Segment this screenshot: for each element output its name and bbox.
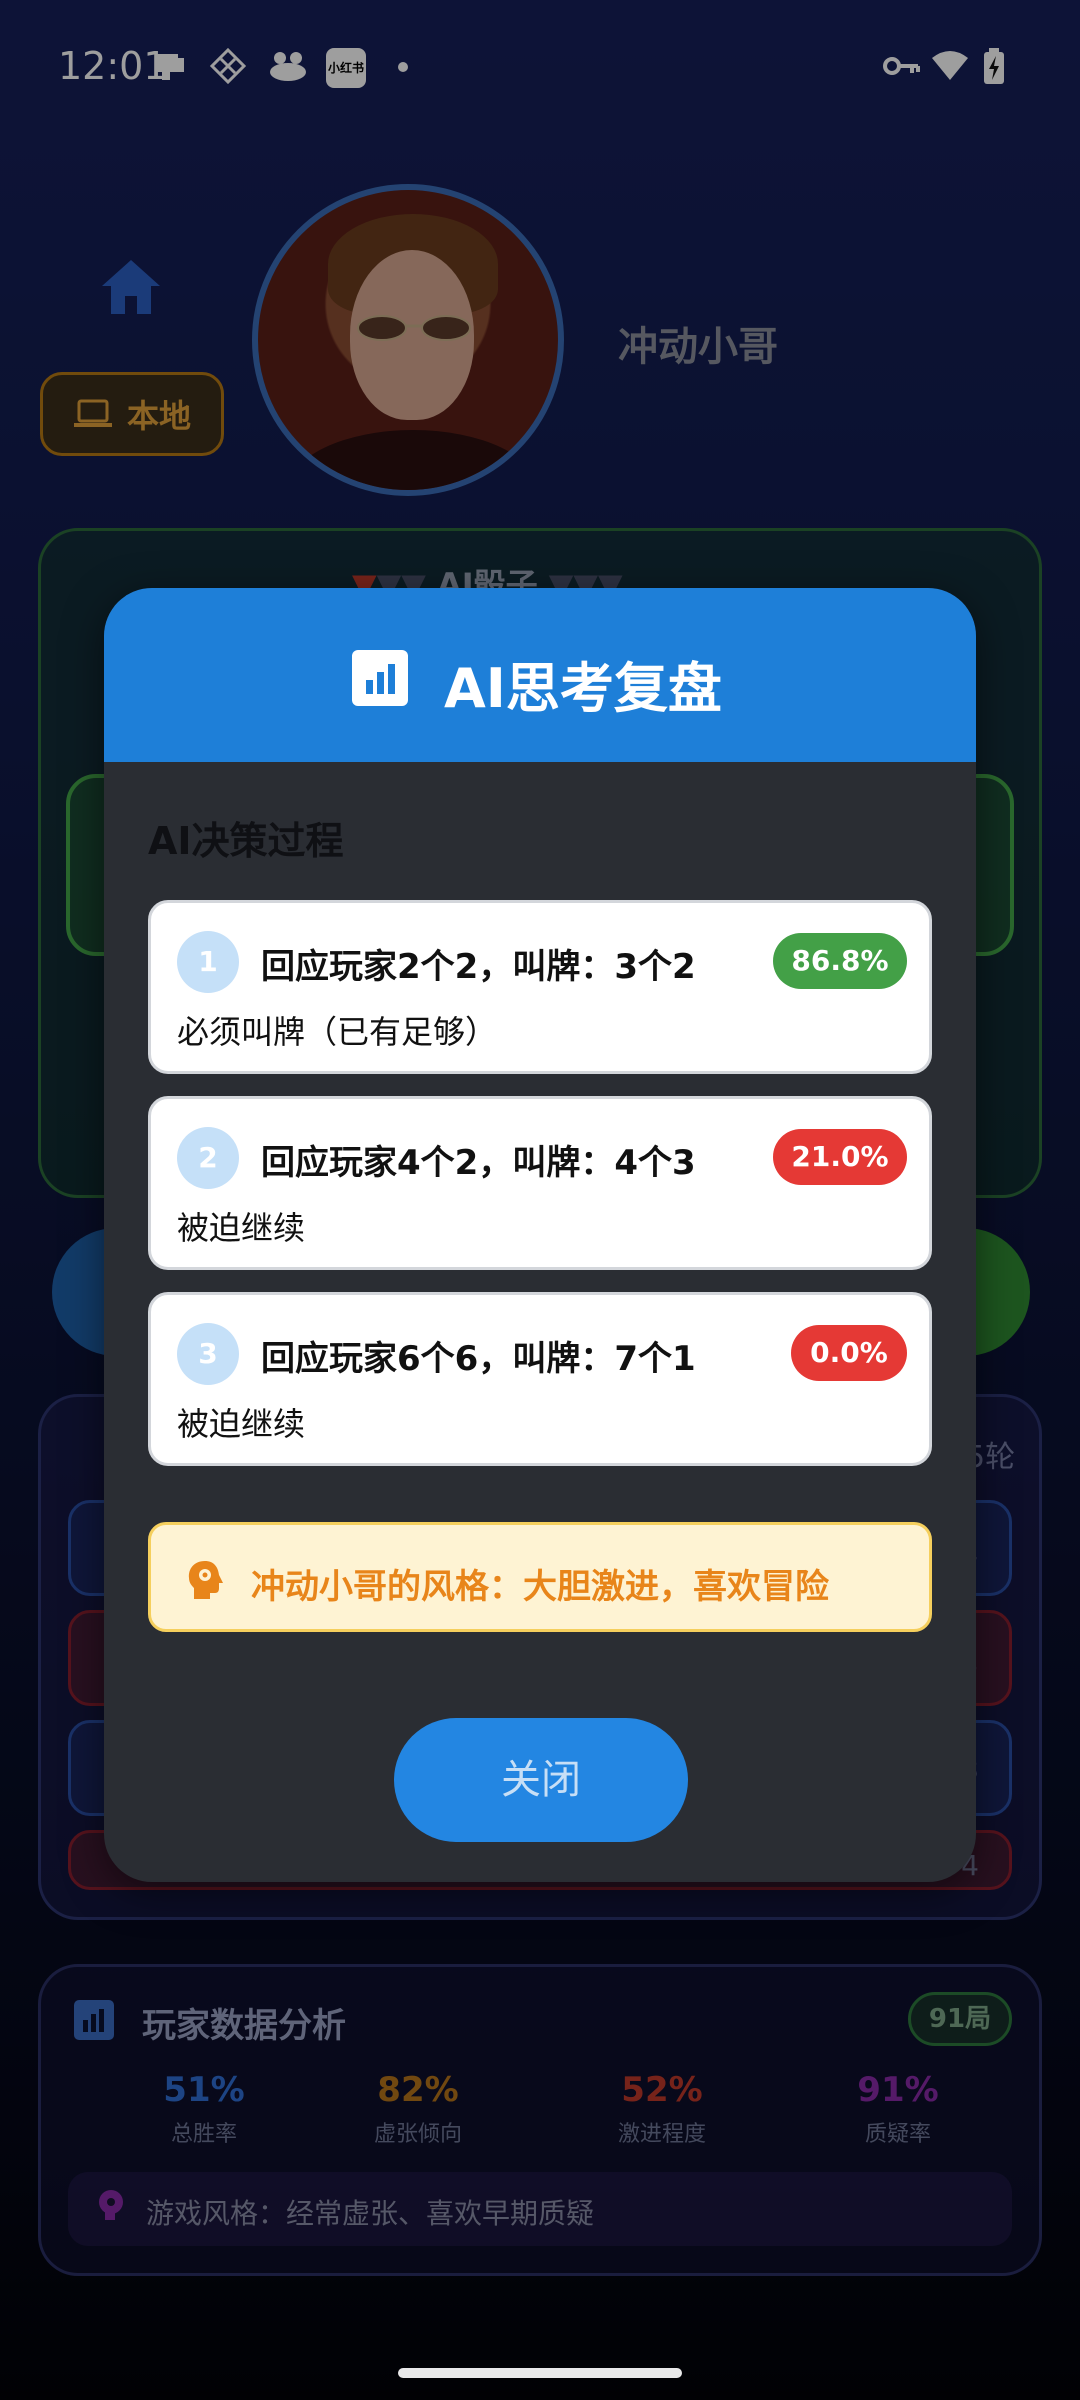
step-number: 1 — [177, 931, 239, 993]
psychology-icon — [188, 1561, 223, 1599]
bar-chart-icon — [352, 650, 408, 706]
section-title: AI决策过程 — [148, 819, 344, 863]
close-button[interactable]: 关闭 — [394, 1718, 688, 1842]
decision-card: 1 回应玩家2个2，叫牌：3个2 必须叫牌（已有足够） 86.8% — [148, 900, 932, 1074]
decision-card: 2 回应玩家4个2，叫牌：4个3 被迫继续 21.0% — [148, 1096, 932, 1270]
decision-main: 回应玩家4个2，叫牌：4个3 — [261, 1143, 696, 1183]
decision-card: 3 回应玩家6个6，叫牌：7个1 被迫继续 0.0% — [148, 1292, 932, 1466]
decision-reason: 必须叫牌（已有足够） — [177, 1013, 498, 1051]
decision-main: 回应玩家2个2，叫牌：3个2 — [261, 947, 696, 987]
decision-reason: 被迫继续 — [177, 1209, 306, 1247]
decision-main: 回应玩家6个6，叫牌：7个1 — [261, 1339, 696, 1379]
probability-badge: 21.0% — [773, 1129, 907, 1185]
decision-reason: 被迫继续 — [177, 1405, 306, 1443]
ai-style-note: 冲动小哥的风格：大胆激进，喜欢冒险 — [148, 1522, 932, 1632]
probability-badge: 0.0% — [791, 1325, 907, 1381]
dialog-header: AI思考复盘 — [104, 588, 976, 762]
ai-review-dialog: AI思考复盘 AI决策过程 1 回应玩家2个2，叫牌：3个2 必须叫牌（已有足够… — [104, 588, 976, 1882]
step-number: 2 — [177, 1127, 239, 1189]
probability-badge: 86.8% — [773, 933, 907, 989]
ai-style-text: 冲动小哥的风格：大胆激进，喜欢冒险 — [251, 1567, 829, 1607]
step-number: 3 — [177, 1323, 239, 1385]
gesture-nav-handle[interactable] — [398, 2368, 682, 2378]
dialog-title: AI思考复盘 — [444, 657, 722, 720]
